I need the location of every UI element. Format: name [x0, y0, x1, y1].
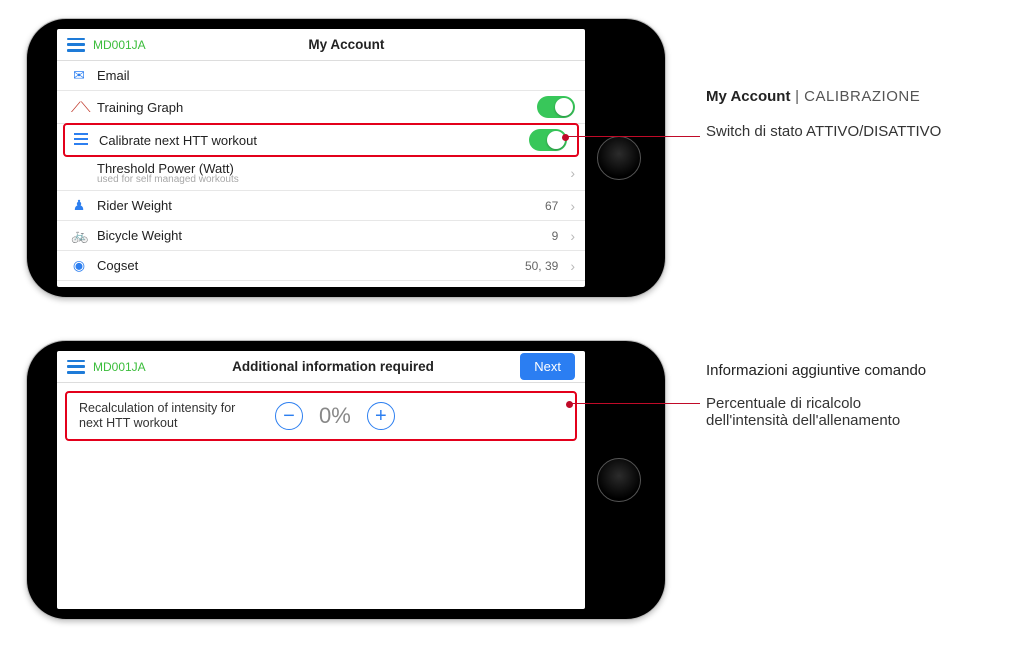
person-icon: ♟ — [71, 197, 87, 214]
screen-additional-info: MD001JA Additional information required … — [57, 351, 585, 609]
callout-heading: Informazioni aggiuntive comando — [706, 362, 926, 379]
row-training-graph[interactable]: ⟋⟍ Training Graph — [57, 91, 585, 124]
home-button[interactable] — [597, 136, 641, 180]
home-button[interactable] — [597, 458, 641, 502]
toggle-training-graph[interactable] — [537, 96, 575, 118]
chevron-right-icon: › — [570, 228, 575, 244]
nav-bar: MD001JA My Account — [57, 29, 585, 61]
callout-top: My Account | CALIBRAZIONE Switch di stat… — [706, 88, 941, 140]
row-label: Calibrate next HTT workout — [99, 133, 257, 148]
row-cassette[interactable]: ◉ Cassette 11, 12, 13, 14, 15, 17, 19, 2… — [57, 281, 585, 287]
row-value: 9 — [552, 229, 559, 243]
phone-frame-bottom: MD001JA Additional information required … — [26, 340, 666, 620]
row-cogset[interactable]: ◉ Cogset 50, 39 › — [57, 251, 585, 281]
device-id: MD001JA — [93, 38, 146, 52]
toggle-calibrate[interactable] — [529, 129, 567, 151]
device-id: MD001JA — [93, 360, 146, 374]
callout-line-bottom — [570, 403, 700, 404]
row-value: 50, 39 — [525, 259, 558, 273]
decrease-button[interactable]: − — [275, 402, 303, 430]
row-rider-weight[interactable]: ♟ Rider Weight 67 › — [57, 191, 585, 221]
row-recalc-intensity: Recalculation of intensity for next HTT … — [65, 391, 577, 441]
row-sublabel: used for self managed workouts — [97, 174, 239, 185]
chevron-right-icon: › — [570, 198, 575, 214]
next-button[interactable]: Next — [520, 353, 575, 380]
screen-my-account: MD001JA My Account ✉ Email ⟋⟍ Training G… — [57, 29, 585, 287]
callout-desc-line1: Percentuale di ricalcolo — [706, 395, 926, 412]
row-label: Rider Weight — [97, 198, 172, 213]
row-email[interactable]: ✉ Email — [57, 61, 585, 91]
phone-frame-top: MD001JA My Account ✉ Email ⟋⟍ Training G… — [26, 18, 666, 298]
menu-icon[interactable] — [67, 38, 85, 52]
row-threshold[interactable]: Threshold Power (Watt) used for self man… — [57, 156, 585, 191]
callout-heading: My Account | CALIBRAZIONE — [706, 88, 941, 105]
menu-icon[interactable] — [67, 360, 85, 374]
recalc-value: 0% — [319, 403, 351, 429]
page-title: Additional information required — [154, 359, 513, 374]
pulse-icon: ⟋⟍ — [71, 99, 87, 116]
settings-list: ✉ Email ⟋⟍ Training Graph Calibrate next… — [57, 61, 585, 287]
sliders-icon — [73, 132, 89, 148]
bicycle-icon: 🚲 — [71, 227, 87, 244]
page-title: My Account — [154, 37, 539, 52]
mail-icon: ✉ — [71, 67, 87, 84]
row-label: Cogset — [97, 258, 138, 273]
row-calibrate[interactable]: Calibrate next HTT workout — [63, 123, 579, 157]
callout-line-top — [566, 136, 700, 137]
recalc-label: Recalculation of intensity for next HTT … — [79, 401, 259, 431]
callout-desc-line2: dell'intensità dell'allenamento — [706, 412, 926, 429]
gear-icon: ◉ — [71, 257, 87, 274]
row-label: Bicycle Weight — [97, 228, 182, 243]
row-label: Training Graph — [97, 100, 183, 115]
chevron-right-icon: › — [570, 165, 575, 181]
row-bicycle-weight[interactable]: 🚲 Bicycle Weight 9 › — [57, 221, 585, 251]
increase-button[interactable]: + — [367, 402, 395, 430]
row-label: Email — [97, 68, 130, 83]
row-value: 67 — [545, 199, 558, 213]
callout-bottom: Informazioni aggiuntive comando Percentu… — [706, 362, 926, 429]
callout-desc: Switch di stato ATTIVO/DISATTIVO — [706, 123, 941, 140]
nav-bar: MD001JA Additional information required … — [57, 351, 585, 383]
chevron-right-icon: › — [570, 258, 575, 274]
